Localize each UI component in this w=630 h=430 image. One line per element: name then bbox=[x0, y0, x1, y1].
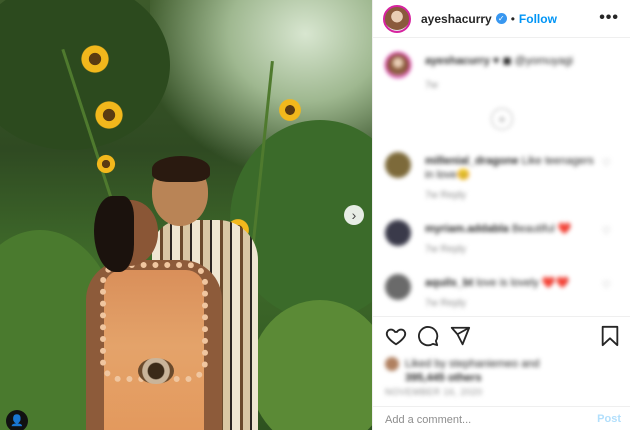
next-photo-button[interactable]: › bbox=[344, 205, 364, 225]
caption-time: 7w bbox=[425, 80, 438, 91]
comment-username[interactable]: aquils_bt bbox=[425, 277, 473, 289]
comment-meta[interactable]: 7w Reply bbox=[425, 190, 466, 201]
header-separator: • bbox=[510, 11, 515, 26]
comment-avatar[interactable] bbox=[385, 220, 411, 246]
caption-username[interactable]: ayeshacurry bbox=[425, 55, 490, 67]
follow-button[interactable]: Follow bbox=[519, 12, 557, 26]
load-more-comments-button[interactable]: + bbox=[491, 108, 513, 130]
comment-body: Beautiful ❤️ bbox=[511, 223, 572, 235]
comment-like-icon[interactable]: ♡ bbox=[602, 158, 611, 169]
profile-avatar[interactable] bbox=[383, 4, 411, 33]
post-photo[interactable]: › 👤 bbox=[0, 0, 372, 430]
comment-username[interactable]: myriam.addabla bbox=[425, 223, 509, 235]
comment-body: love is lovely ❤️❤️ bbox=[476, 277, 570, 289]
add-comment-input[interactable] bbox=[385, 411, 575, 429]
comment-like-icon[interactable]: ♡ bbox=[602, 280, 611, 291]
more-options-icon[interactable]: ••• bbox=[599, 9, 619, 27]
sunflower bbox=[94, 100, 124, 130]
comment-text: aquils_bt love is lovely ❤️❤️ bbox=[425, 276, 595, 290]
likes-line: Liked by stephaniemeo and bbox=[405, 358, 540, 370]
post-actions: Liked by stephaniemeo and 395,445 others… bbox=[373, 316, 630, 406]
likes-summary[interactable]: Liked by stephaniemeo and 395,445 others bbox=[385, 357, 540, 385]
comment-like-icon[interactable]: ♡ bbox=[602, 226, 611, 237]
comment-icon[interactable] bbox=[417, 325, 439, 347]
photo-foliage bbox=[0, 0, 170, 150]
share-icon[interactable] bbox=[449, 325, 471, 347]
post-header: ayeshacurry ✓ • Follow ••• bbox=[373, 0, 630, 38]
add-comment-bar: Post bbox=[373, 406, 630, 430]
comment-avatar[interactable] bbox=[385, 152, 411, 178]
bookmark-icon[interactable] bbox=[599, 325, 621, 347]
comment-username[interactable]: millenial_dragone bbox=[425, 155, 519, 167]
heart-icon[interactable] bbox=[385, 325, 407, 347]
comment-text: millenial_dragone Like teenagers in love… bbox=[425, 154, 595, 182]
sunflower bbox=[96, 154, 116, 174]
post-comment-button[interactable]: Post bbox=[597, 413, 621, 425]
header-username[interactable]: ayeshacurry bbox=[421, 12, 492, 26]
dress-buckle bbox=[138, 358, 174, 384]
comment-avatar[interactable] bbox=[385, 274, 411, 300]
photo-foliage bbox=[250, 300, 372, 430]
comment-text: myriam.addabla Beautiful ❤️ bbox=[425, 222, 595, 236]
caption-avatar[interactable] bbox=[385, 52, 411, 78]
verified-badge-icon: ✓ bbox=[495, 13, 507, 24]
comment-meta[interactable]: 7w Reply bbox=[425, 298, 466, 309]
post-viewer: › 👤 ayeshacurry ✓ • Follow ••• ayeshacur… bbox=[0, 0, 630, 430]
caption-text: ayeshacurry ♥ ◼ @yomuyagi bbox=[425, 54, 595, 68]
post-sidebar: ayeshacurry ✓ • Follow ••• ayeshacurry ♥… bbox=[372, 0, 630, 430]
caption-body: ♥ ◼ @yomuyagi bbox=[492, 55, 573, 67]
sunflower bbox=[80, 44, 110, 74]
comment-meta[interactable]: 7w Reply bbox=[425, 244, 466, 255]
man-hair bbox=[152, 156, 210, 182]
user-tag-icon[interactable]: 👤 bbox=[6, 410, 28, 430]
likes-count: 395,445 others bbox=[405, 372, 482, 384]
sunflower bbox=[278, 98, 302, 122]
woman-hair bbox=[94, 196, 134, 272]
post-date: NOVEMBER 16, 2020 bbox=[385, 387, 483, 397]
